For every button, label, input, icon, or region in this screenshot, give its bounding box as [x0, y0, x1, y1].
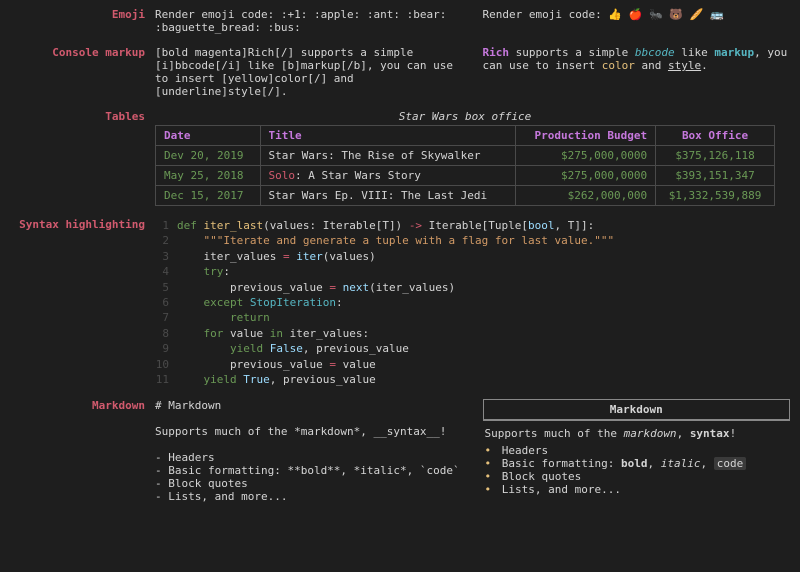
- markdown-raw: # Markdown Supports much of the *markdow…: [155, 399, 463, 503]
- emoji-raw: Render emoji code: :+1: :apple: :ant: :b…: [155, 8, 463, 34]
- md-raw-line: Supports much of the *markdown*, __synta…: [155, 425, 463, 438]
- md-raw-item: - Headers: [155, 451, 463, 464]
- col-budget: Production Budget: [515, 126, 655, 146]
- md-raw-item: - Block quotes: [155, 477, 463, 490]
- console-label: Console markup: [10, 46, 155, 98]
- code-line: 10 previous_value = value: [155, 357, 790, 372]
- list-item: Lists, and more...: [485, 483, 789, 496]
- code-line: 1def iter_last(values: Iterable[T]) -> I…: [155, 218, 790, 233]
- style-word: style: [668, 59, 701, 72]
- code-line: 2 """Iterate and generate a tuple with a…: [155, 233, 790, 248]
- tables-label: Tables: [10, 110, 155, 206]
- bbcode-word: bbcode: [635, 46, 675, 59]
- md-rendered-line: Supports much of the markdown, syntax!: [485, 427, 789, 440]
- code-line: 4 try:: [155, 264, 790, 279]
- markdown-label: Markdown: [10, 399, 155, 503]
- code-line: 11 yield True, previous_value: [155, 372, 790, 387]
- tables-section: Tables Star Wars box office Date Title P…: [10, 110, 790, 206]
- tables-content: Star Wars box office Date Title Producti…: [155, 110, 790, 206]
- emoji-content: Render emoji code: :+1: :apple: :ant: :b…: [155, 8, 790, 34]
- md-rendered-list: Headers Basic formatting: bold, italic, …: [485, 444, 789, 496]
- code-line: 9 yield False, previous_value: [155, 341, 790, 356]
- col-title: Title: [260, 126, 515, 146]
- emoji-label: Emoji: [10, 8, 155, 34]
- star-wars-table: Date Title Production Budget Box Office …: [155, 125, 775, 206]
- console-content: [bold magenta]Rich[/] supports a simple …: [155, 46, 790, 98]
- markup-word: markup: [714, 46, 754, 59]
- code-line: 5 previous_value = next(iter_values): [155, 280, 790, 295]
- emoji-rendered-prefix: Render emoji code:: [483, 8, 609, 21]
- console-raw: [bold magenta]Rich[/] supports a simple …: [155, 46, 463, 98]
- md-box-title: Markdown: [484, 400, 790, 420]
- emoji-rendered: Render emoji code: 👍 🍎 🐜 🐻 🥖 🚌: [483, 8, 791, 34]
- rich-word: Rich: [483, 46, 510, 59]
- table-title: Star Wars box office: [155, 110, 775, 123]
- markdown-rendered: Markdown Supports much of the markdown, …: [483, 399, 791, 503]
- md-raw-item: - Basic formatting: **bold**, *italic*, …: [155, 464, 463, 477]
- table-row: Dev 20, 2019Star Wars: The Rise of Skywa…: [156, 146, 775, 166]
- console-rendered: Rich supports a simple bbcode like marku…: [483, 46, 791, 98]
- color-word: color: [602, 59, 635, 72]
- emoji-section: Emoji Render emoji code: :+1: :apple: :a…: [10, 8, 790, 34]
- list-item: Basic formatting: bold, italic, code: [485, 457, 789, 470]
- syntax-section: Syntax highlighting 1def iter_last(value…: [10, 218, 790, 387]
- table-row: May 25, 2018Solo: A Star Wars Story$275,…: [156, 166, 775, 186]
- code-line: 3 iter_values = iter(values): [155, 249, 790, 264]
- md-raw-item: - Lists, and more...: [155, 490, 463, 503]
- console-section: Console markup [bold magenta]Rich[/] sup…: [10, 46, 790, 98]
- col-date: Date: [156, 126, 261, 146]
- code-line: 8 for value in iter_values:: [155, 326, 790, 341]
- list-item: Block quotes: [485, 470, 789, 483]
- markdown-box: Markdown: [483, 399, 791, 421]
- code-line: 7 return: [155, 310, 790, 325]
- code-line: 6 except StopIteration:: [155, 295, 790, 310]
- md-raw-heading: # Markdown: [155, 399, 463, 412]
- table-row: Dec 15, 2017Star Wars Ep. VIII: The Last…: [156, 186, 775, 206]
- col-box: Box Office: [656, 126, 775, 146]
- emoji-glyphs: 👍 🍎 🐜 🐻 🥖 🚌: [608, 8, 723, 21]
- markdown-content: # Markdown Supports much of the *markdow…: [155, 399, 790, 503]
- syntax-label: Syntax highlighting: [10, 218, 155, 387]
- markdown-section: Markdown # Markdown Supports much of the…: [10, 399, 790, 503]
- code-block: 1def iter_last(values: Iterable[T]) -> I…: [155, 218, 790, 387]
- list-item: Headers: [485, 444, 789, 457]
